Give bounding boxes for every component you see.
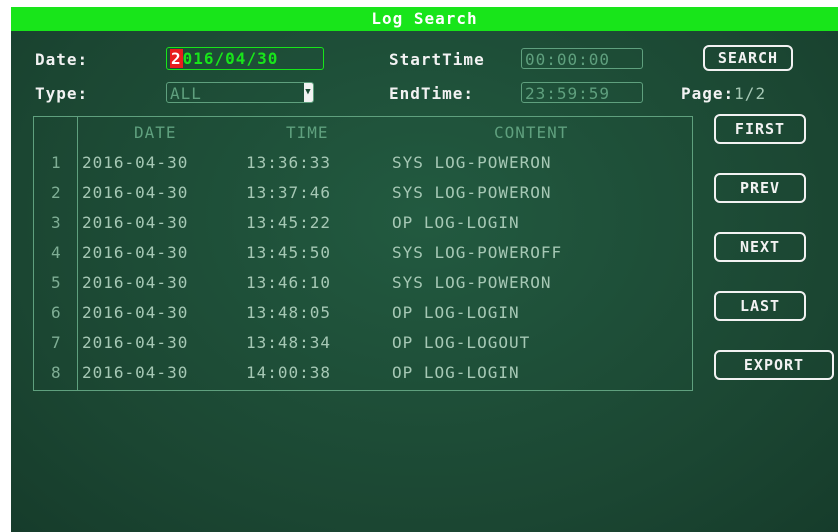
dropdown-arrow-icon[interactable]: ▼ [304, 83, 313, 102]
row-date: 2016-04-30 [82, 333, 189, 352]
window-title: Log Search [11, 7, 838, 31]
page-value: 1/2 [734, 84, 767, 103]
table-row[interactable]: 5 2016-04-30 13:46:10 SYS LOG-POWERON [34, 273, 692, 303]
type-label: Type: [35, 84, 89, 103]
date-label: Date: [35, 50, 89, 69]
row-time: 13:45:50 [246, 243, 332, 262]
date-cursor-char: 2 [170, 49, 183, 68]
start-time-input[interactable]: 00:00:00 [521, 48, 643, 69]
row-time: 13:48:05 [246, 303, 332, 322]
column-header-date: DATE [134, 123, 177, 142]
row-content: SYS LOG-POWEROFF [392, 243, 563, 262]
row-date: 2016-04-30 [82, 243, 189, 262]
row-date: 2016-04-30 [82, 153, 189, 172]
row-index: 7 [51, 333, 62, 352]
row-index: 8 [51, 363, 62, 382]
date-value-rest: 016/04/30 [182, 49, 279, 68]
row-date: 2016-04-30 [82, 183, 189, 202]
prev-page-button[interactable]: PREV [714, 173, 806, 203]
column-header-content: CONTENT [494, 123, 569, 142]
row-time: 13:48:34 [246, 333, 332, 352]
row-content: OP LOG-LOGIN [392, 363, 520, 382]
first-page-button[interactable]: FIRST [714, 114, 806, 144]
start-time-label: StartTime [389, 50, 485, 69]
row-content: SYS LOG-POWERON [392, 273, 552, 292]
table-row[interactable]: 8 2016-04-30 14:00:38 OP LOG-LOGIN [34, 363, 692, 393]
row-date: 2016-04-30 [82, 213, 189, 232]
type-value: ALL [170, 84, 202, 103]
row-time: 13:46:10 [246, 273, 332, 292]
row-index: 5 [51, 273, 62, 292]
end-time-label: EndTime: [389, 84, 475, 103]
column-header-time: TIME [286, 123, 329, 142]
end-time-input[interactable]: 23:59:59 [521, 82, 643, 103]
row-index: 6 [51, 303, 62, 322]
type-select[interactable]: ALL ▼ [166, 82, 314, 103]
log-search-screen: Log Search Date: 2016/04/30 StartTime 00… [11, 7, 838, 532]
table-row[interactable]: 2 2016-04-30 13:37:46 SYS LOG-POWERON [34, 183, 692, 213]
log-table: DATE TIME CONTENT 1 2016-04-30 13:36:33 … [33, 116, 693, 391]
table-row[interactable]: 1 2016-04-30 13:36:33 SYS LOG-POWERON [34, 153, 692, 183]
row-time: 14:00:38 [246, 363, 332, 382]
row-content: OP LOG-LOGIN [392, 303, 520, 322]
row-index: 1 [51, 153, 62, 172]
table-row[interactable]: 4 2016-04-30 13:45:50 SYS LOG-POWEROFF [34, 243, 692, 273]
export-button[interactable]: EXPORT [714, 350, 834, 380]
row-index: 4 [51, 243, 62, 262]
row-date: 2016-04-30 [82, 273, 189, 292]
row-time: 13:37:46 [246, 183, 332, 202]
row-content: OP LOG-LOGIN [392, 213, 520, 232]
search-button[interactable]: SEARCH [703, 45, 793, 71]
row-time: 13:36:33 [246, 153, 332, 172]
row-time: 13:45:22 [246, 213, 332, 232]
page-label: Page: [681, 84, 735, 103]
last-page-button[interactable]: LAST [714, 291, 806, 321]
next-page-button[interactable]: NEXT [714, 232, 806, 262]
row-content: SYS LOG-POWERON [392, 183, 552, 202]
row-date: 2016-04-30 [82, 363, 189, 382]
date-input[interactable]: 2016/04/30 [166, 47, 324, 70]
row-content: SYS LOG-POWERON [392, 153, 552, 172]
page-indicator: Page:1/2 [681, 84, 766, 103]
row-index: 2 [51, 183, 62, 202]
row-index: 3 [51, 213, 62, 232]
table-row[interactable]: 3 2016-04-30 13:45:22 OP LOG-LOGIN [34, 213, 692, 243]
table-row[interactable]: 6 2016-04-30 13:48:05 OP LOG-LOGIN [34, 303, 692, 333]
row-date: 2016-04-30 [82, 303, 189, 322]
table-row[interactable]: 7 2016-04-30 13:48:34 OP LOG-LOGOUT [34, 333, 692, 363]
row-content: OP LOG-LOGOUT [392, 333, 531, 352]
